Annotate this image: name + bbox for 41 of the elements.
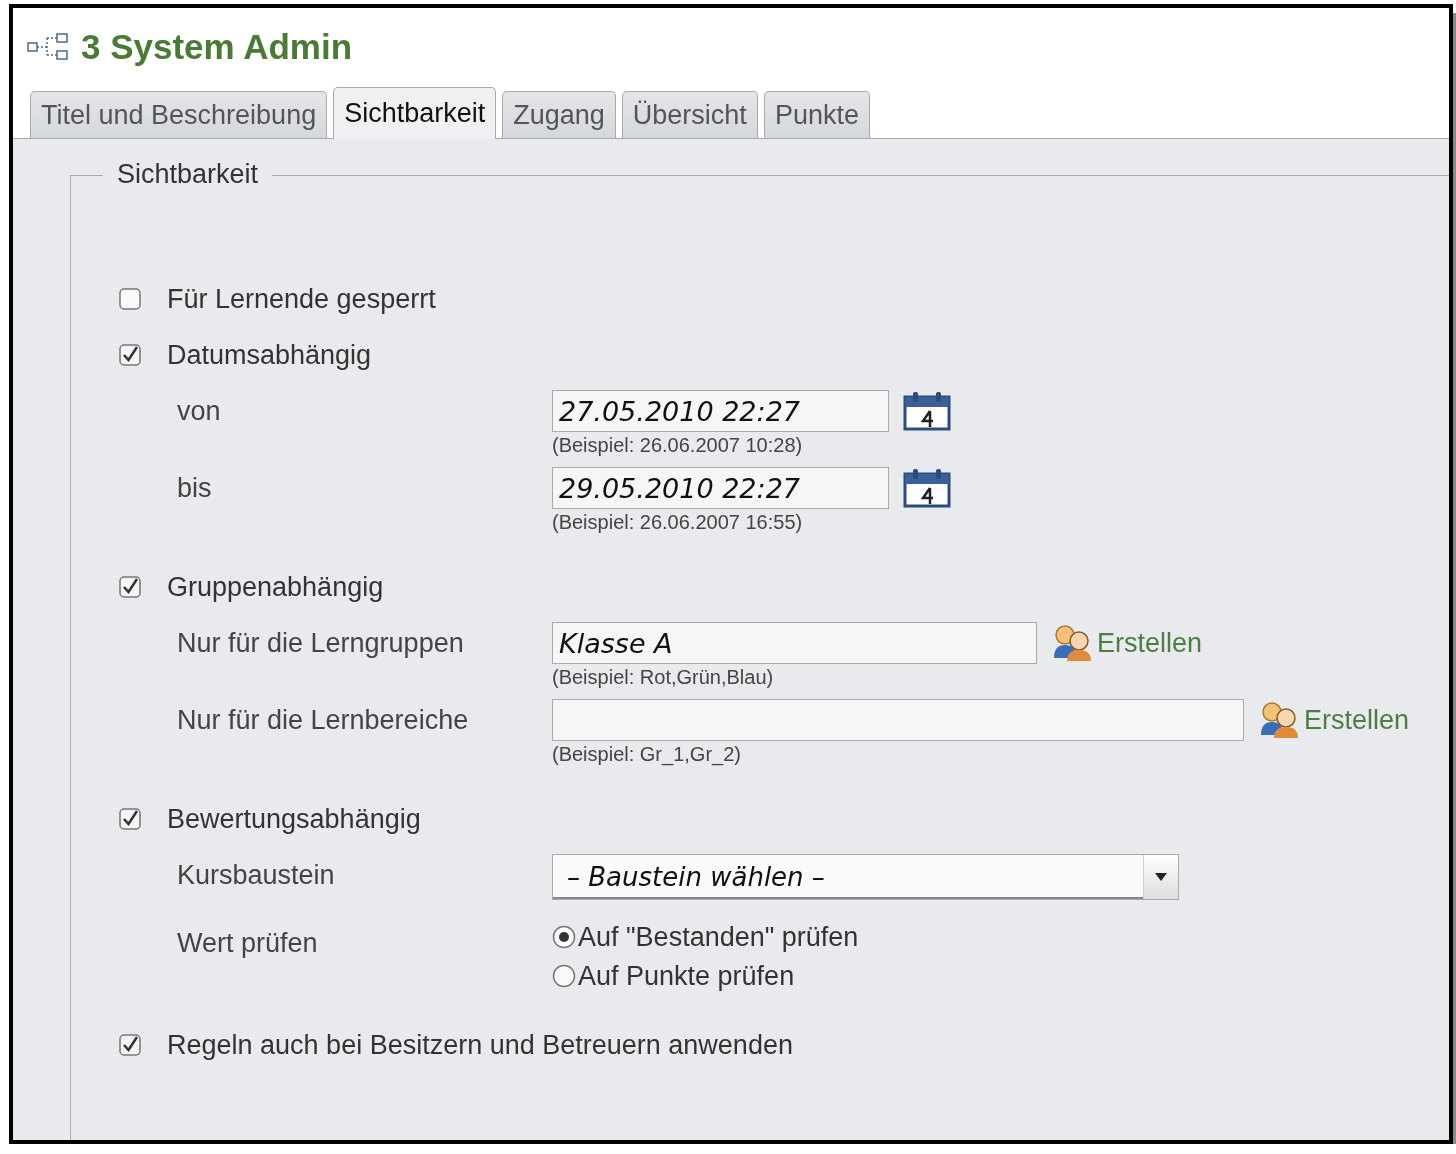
checkbox[interactable]: [119, 288, 141, 310]
create-link[interactable]: Erstellen: [1051, 624, 1203, 662]
checkbox[interactable]: [119, 576, 141, 598]
tab[interactable]: Übersicht: [621, 91, 758, 138]
tab[interactable]: Sichtbarkeit: [333, 87, 497, 139]
date-input[interactable]: 27.05.2010 22:27: [552, 390, 889, 432]
checkbox[interactable]: [119, 1034, 141, 1056]
caret-icon: [1155, 873, 1167, 881]
text-input[interactable]: Klasse A: [552, 622, 1037, 664]
checkbox-label[interactable]: Datumsabhängig: [167, 339, 372, 371]
field-label: bis: [177, 472, 213, 505]
checkbox[interactable]: [119, 808, 141, 830]
checkbox-label[interactable]: Regeln auch bei Besitzern und Betreuern anwenden: [167, 1029, 793, 1061]
calendar-icon[interactable]: [903, 391, 951, 431]
field-label: von: [177, 395, 222, 428]
example-hint: (Beispiel: 26.06.2007 16:55): [552, 511, 804, 533]
checkbox-label[interactable]: Bewertungsabhängig: [167, 803, 421, 835]
checkbox[interactable]: [119, 344, 141, 366]
field-label: Wert prüfen: [177, 927, 319, 960]
example-hint: (Beispiel: Rot,Grün,Blau): [552, 666, 775, 688]
calendar-icon[interactable]: [903, 468, 951, 508]
create-link[interactable]: Erstellen: [1258, 701, 1410, 739]
date-input[interactable]: 29.05.2010 22:27: [552, 467, 889, 509]
field-label: Nur für die Lerngruppen: [177, 627, 465, 660]
example-hint: (Beispiel: Gr_1,Gr_2): [552, 743, 742, 765]
radio-label[interactable]: Auf Punkte prüfen: [578, 960, 795, 992]
checkbox-label[interactable]: Gruppenabhängig: [167, 571, 384, 603]
text-input[interactable]: [552, 699, 1244, 741]
radio-button[interactable]: [552, 925, 576, 949]
field-label: Nur für die Lernbereiche: [177, 704, 470, 737]
tab[interactable]: Titel und Beschreibung: [30, 91, 328, 138]
checkbox-label[interactable]: Für Lernende gesperrt: [167, 283, 436, 315]
field-label: Kursbaustein: [177, 859, 336, 892]
radio-button[interactable]: [552, 964, 576, 988]
tab[interactable]: Zugang: [502, 91, 616, 138]
radio-label[interactable]: Auf "Bestanden" prüfen: [578, 921, 859, 953]
tab[interactable]: Punkte: [763, 91, 870, 138]
page-title: 3 System Admin: [81, 27, 352, 67]
example-hint: (Beispiel: 26.06.2007 10:28): [552, 434, 804, 456]
tree-icon: [27, 33, 69, 61]
select-dropdown[interactable]: – Baustein wählen –: [552, 854, 1179, 900]
